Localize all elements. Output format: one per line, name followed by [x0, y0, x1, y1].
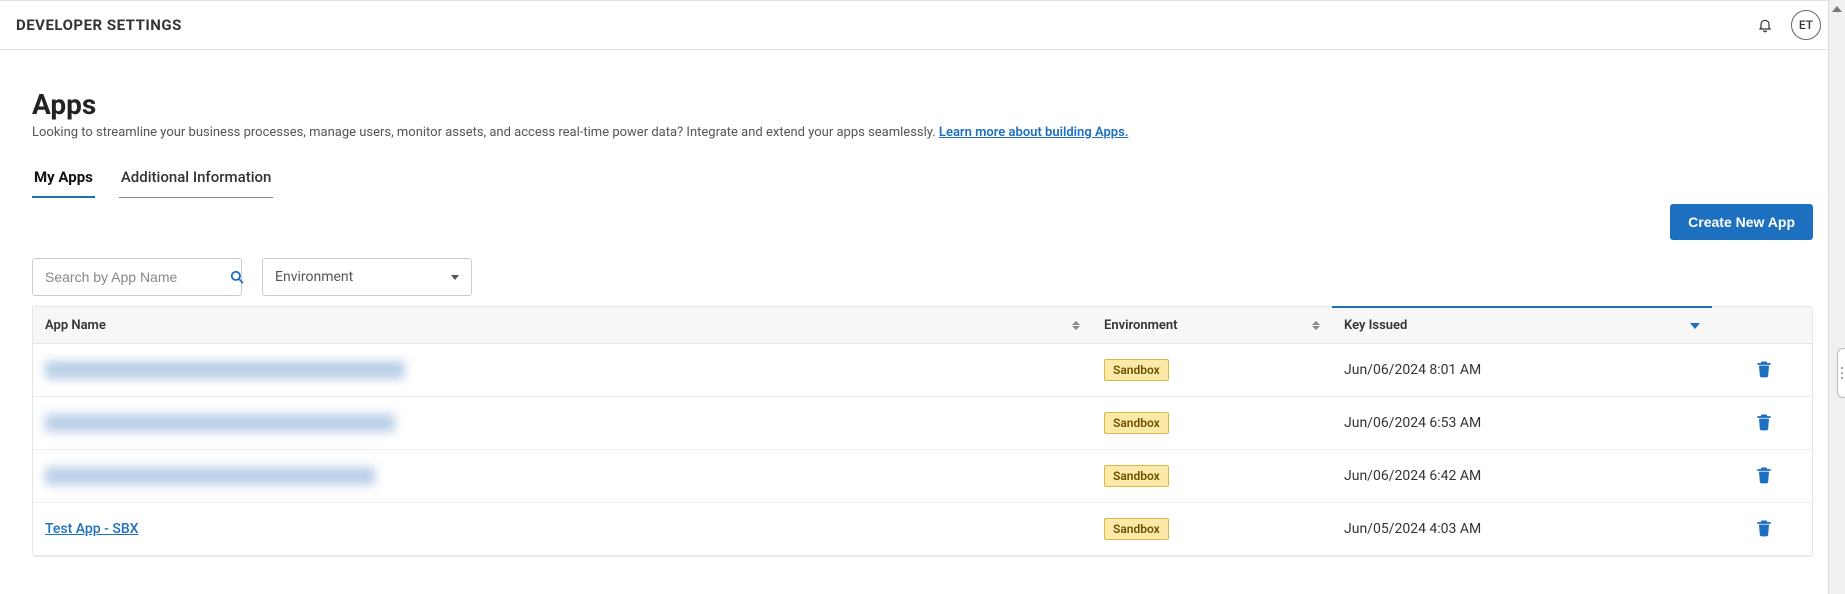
col-key-issued[interactable]: Key Issued — [1332, 306, 1712, 343]
environment-badge: Sandbox — [1104, 518, 1169, 540]
environment-badge: Sandbox — [1104, 412, 1169, 434]
apps-table: App Name Environment Key Issued — [32, 306, 1813, 557]
key-issued-value: Jun/06/2024 8:01 AM — [1332, 352, 1712, 388]
trash-icon — [1754, 359, 1774, 382]
app-name-hidden: ████████████████████████ — [45, 467, 375, 485]
key-issued-value: Jun/05/2024 4:03 AM — [1332, 511, 1712, 547]
environment-badge: Sandbox — [1104, 359, 1169, 381]
key-issued-value: Jun/06/2024 6:42 AM — [1332, 458, 1712, 494]
col-actions — [1712, 315, 1812, 335]
environment-dropdown[interactable]: Environment — [262, 258, 472, 296]
notifications-icon[interactable] — [1751, 11, 1779, 39]
col-environment[interactable]: Environment — [1092, 308, 1332, 343]
table-row: ████████████████████████ Sandbox Jun/06/20… — [33, 450, 1812, 503]
col-key-issued-label: Key Issued — [1344, 318, 1407, 333]
col-app-name-label: App Name — [45, 318, 106, 333]
chevron-down-icon — [451, 275, 459, 280]
tab-my-apps[interactable]: My Apps — [32, 158, 95, 198]
table-header: App Name Environment Key Issued — [33, 307, 1812, 344]
search-by-app-name[interactable] — [32, 258, 242, 296]
app-name-link[interactable]: Test App - SBX — [45, 521, 139, 537]
tab-additional-information[interactable]: Additional Information — [119, 158, 274, 198]
trash-icon — [1754, 465, 1774, 488]
delete-button[interactable] — [1748, 354, 1780, 386]
sort-desc-icon — [1690, 323, 1700, 329]
apps-subtext-text: Looking to streamline your business proc… — [32, 125, 939, 140]
topbar: DEVELOPER SETTINGS ET — [0, 0, 1845, 50]
delete-button[interactable] — [1748, 513, 1780, 545]
scroll-up-icon[interactable] — [1829, 0, 1845, 17]
col-environment-label: Environment — [1104, 318, 1178, 333]
tabs: My Apps Additional Information — [32, 158, 1813, 198]
key-issued-value: Jun/06/2024 6:53 AM — [1332, 405, 1712, 441]
trash-icon — [1754, 412, 1774, 435]
avatar[interactable]: ET — [1791, 10, 1821, 40]
search-icon[interactable] — [228, 268, 246, 286]
delete-button[interactable] — [1748, 407, 1780, 439]
apps-subtext: Looking to streamline your business proc… — [32, 125, 1813, 140]
page-title: DEVELOPER SETTINGS — [16, 16, 182, 34]
apps-heading: Apps — [32, 88, 1813, 121]
delete-button[interactable] — [1748, 460, 1780, 492]
table-row: ████████████████████████ Sandbox Jun/06/20… — [33, 344, 1812, 397]
trash-icon — [1754, 518, 1774, 541]
sort-icon — [1072, 321, 1080, 330]
sort-icon — [1312, 321, 1320, 330]
learn-more-link[interactable]: Learn more about building Apps. — [939, 125, 1129, 140]
create-new-app-button[interactable]: Create New App — [1670, 204, 1813, 240]
environment-dropdown-label: Environment — [275, 269, 353, 285]
app-name-hidden: ████████████████████████ — [45, 414, 395, 432]
app-name-hidden: ████████████████████████ — [45, 361, 405, 379]
table-row: Test App - SBX Sandbox Jun/05/2024 4:03 AM — [33, 503, 1812, 556]
table-row: ████████████████████████ Sandbox Jun/06/20… — [33, 397, 1812, 450]
search-input[interactable] — [43, 268, 228, 286]
environment-badge: Sandbox — [1104, 465, 1169, 487]
scrollbar-vertical[interactable] — [1828, 0, 1845, 594]
col-app-name[interactable]: App Name — [33, 308, 1092, 343]
side-handle[interactable] — [1837, 348, 1845, 398]
